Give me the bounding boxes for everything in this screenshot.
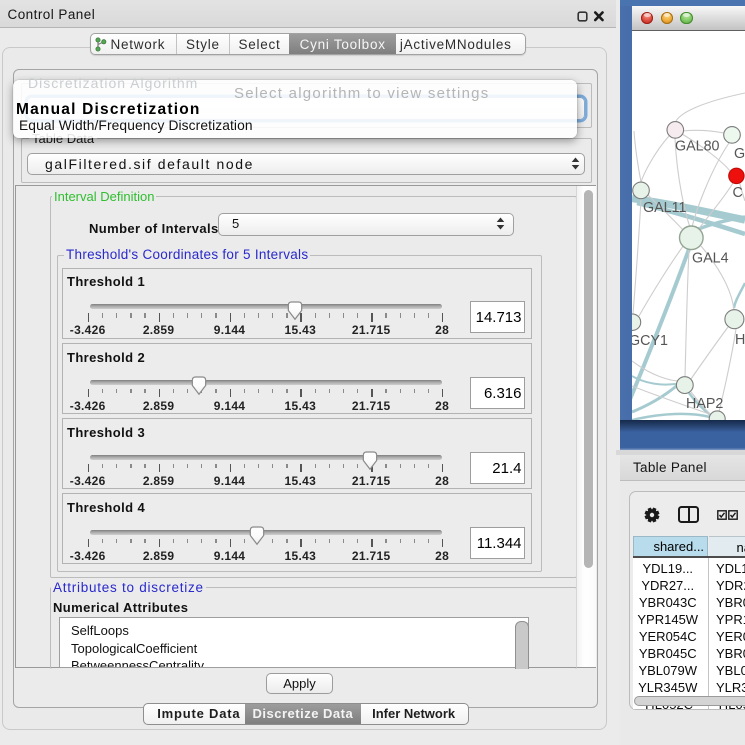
svg-text:HAP2: HAP2 [686, 396, 723, 412]
svg-text:H: H [735, 332, 745, 348]
svg-text:GAL8: GAL8 [734, 146, 745, 162]
svg-text:C: C [733, 185, 743, 201]
svg-text:GAL4: GAL4 [692, 251, 729, 267]
svg-text:GCY1: GCY1 [632, 333, 668, 349]
svg-text:GAL11: GAL11 [643, 200, 686, 216]
svg-text:GAL80: GAL80 [675, 139, 720, 155]
